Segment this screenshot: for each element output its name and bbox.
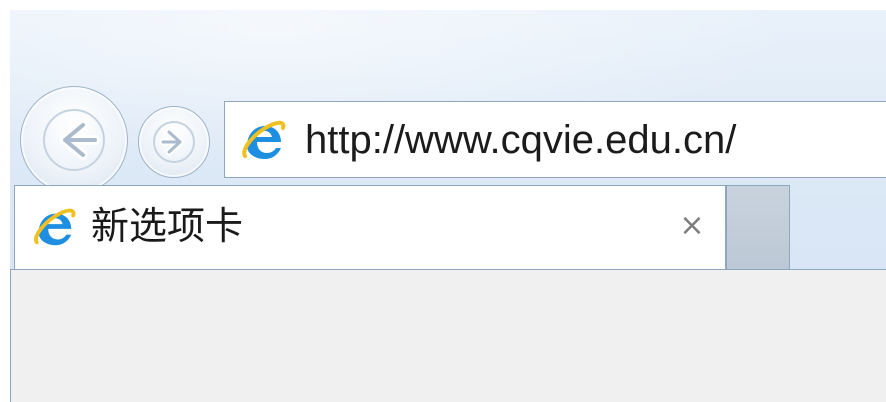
tab-new-tab[interactable]: 新选项卡 × [14,185,726,270]
url-text[interactable]: http://www.cqvie.edu.cn/ [305,115,736,165]
address-bar[interactable]: http://www.cqvie.edu.cn/ [224,101,886,178]
arrow-right-icon [153,121,195,163]
tab-close-button[interactable]: × [678,211,706,241]
arrow-left-icon [43,109,105,171]
internet-explorer-icon [34,208,76,246]
forward-button[interactable] [138,106,210,178]
internet-explorer-icon [242,120,286,159]
back-button[interactable] [20,86,128,194]
browser-chrome: http://www.cqvie.edu.cn/ 新选项卡 × [10,10,886,402]
page-content-area [10,269,886,402]
tab-title: 新选项卡 [91,204,244,248]
new-tab-button[interactable] [726,185,790,270]
